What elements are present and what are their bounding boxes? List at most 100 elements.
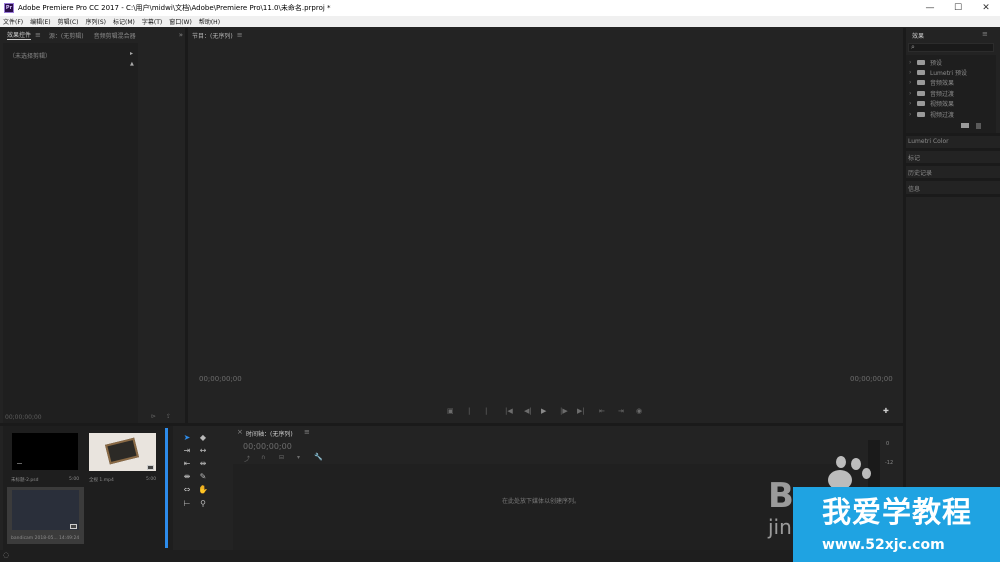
ripple-edit-tool-icon[interactable]: ⇤ — [182, 458, 192, 468]
export-frame-button[interactable]: ◉ — [636, 407, 642, 415]
extract-button[interactable]: ⇥ — [618, 407, 624, 415]
wrench-icon[interactable]: 🔧 — [314, 453, 323, 461]
lift-button[interactable]: ⇤ — [599, 407, 605, 415]
filter-icon[interactable]: ⊳ — [151, 413, 156, 420]
effects-panel-title[interactable]: 效果 — [912, 31, 924, 40]
program-menu-icon[interactable]: ≡ — [237, 31, 243, 39]
status-bar: ◌ — [0, 550, 903, 562]
section-divider — [906, 148, 1000, 151]
export-icon[interactable]: ⇪ — [166, 413, 171, 420]
clip-duration: 5:00 — [69, 477, 80, 482]
tab-effect-controls[interactable]: 效果控件 — [7, 30, 32, 40]
timeline-close-icon[interactable]: × — [237, 428, 243, 436]
menu-file[interactable]: 文件(F) — [3, 17, 23, 26]
effects-search-input[interactable]: ⌕ — [908, 43, 994, 52]
track-select-backward-icon[interactable]: ⊢ — [182, 498, 192, 508]
tab-program[interactable]: 节目：(无序列) — [192, 31, 233, 40]
rolling-edit-tool-icon[interactable]: ⇼ — [182, 471, 192, 481]
watermark-url: www.52xjc.com — [822, 537, 945, 553]
chevron-right-icon: › — [909, 90, 912, 97]
menu-marker[interactable]: 标记(M) — [113, 17, 135, 26]
razor-tool-icon[interactable]: ◆ — [198, 432, 208, 442]
add-marker-button[interactable]: ▣ — [447, 407, 454, 415]
tab-audio-clip-mixer[interactable]: 音频剪辑混合器 — [94, 31, 136, 40]
clip-thumbnail-bandicam[interactable] — [12, 490, 79, 530]
clip-duration: 5:00 — [146, 477, 157, 482]
mark-out-button[interactable]: | — [485, 407, 487, 415]
go-to-in-button[interactable]: |◀ — [505, 407, 513, 415]
mark-in-button[interactable]: | — [468, 407, 470, 415]
pen-tool-icon[interactable]: ✎ — [198, 471, 208, 481]
hand-tool-icon[interactable]: ✋ — [198, 484, 208, 494]
effect-controls-list: （未选择剪辑） ▸ ▲ — [3, 43, 138, 423]
slide-tool-icon[interactable]: ⇹ — [198, 458, 208, 468]
rate-stretch-tool-icon[interactable]: ⇔ — [182, 484, 192, 494]
window-titlebar: Pr Adobe Premiere Pro CC 2017 - C:\用户\mi… — [0, 0, 1000, 16]
minimize-button[interactable]: — — [916, 0, 944, 16]
effects-folder-audio-transitions[interactable]: › 音频过渡 — [909, 89, 954, 98]
clip-thumbnail-mp4[interactable] — [89, 433, 156, 471]
menu-clip[interactable]: 剪辑(C) — [58, 17, 79, 26]
clip-name: 全视 1.mp4 — [89, 478, 114, 483]
timeline-track-area[interactable] — [233, 464, 860, 550]
tab-timeline[interactable]: 时间轴：(无序列) — [246, 429, 293, 438]
snap-icon[interactable]: ⤴ — [244, 454, 250, 463]
timeline-menu-icon[interactable]: ≡ — [304, 428, 310, 436]
tab-source[interactable]: 源：(无剪辑) — [49, 31, 84, 40]
add-marker-icon[interactable]: ⊟ — [279, 454, 284, 461]
folder-icon — [917, 80, 925, 85]
project-scrollbar[interactable] — [165, 428, 168, 548]
menu-sequence[interactable]: 序列(S) — [86, 17, 107, 26]
watermark-main-text: 我爱学教程 — [822, 495, 973, 529]
zoom-tool-icon[interactable]: ⚲ — [198, 498, 208, 508]
menu-window[interactable]: 窗口(W) — [169, 17, 192, 26]
selection-tool-icon[interactable]: ➤ — [182, 432, 192, 442]
program-timecode-right: 00;00;00;00 — [850, 375, 893, 383]
history-panel-tab[interactable]: 历史记录 — [908, 168, 992, 177]
marker-icon[interactable]: ▾ — [297, 454, 300, 461]
effects-folder-presets[interactable]: › 预设 — [909, 58, 942, 67]
menu-edit[interactable]: 编辑(E) — [30, 17, 50, 26]
section-divider — [906, 178, 1000, 181]
menu-help[interactable]: 帮助(H) — [199, 17, 220, 26]
timeline-timecode[interactable]: 00;00;00;00 — [243, 442, 292, 451]
scroll-up-icon[interactable]: ▲ — [130, 61, 134, 67]
effects-menu-icon[interactable]: ≡ — [982, 30, 988, 38]
chevron-right-icon: › — [909, 100, 912, 107]
search-icon: ⌕ — [911, 43, 915, 51]
info-panel-tab[interactable]: 信息 — [908, 184, 992, 193]
button-editor-button[interactable]: ✚ — [883, 407, 889, 415]
effects-folder-video-effects[interactable]: › 视频效果 — [909, 99, 954, 108]
watermark-jin-text: jin — [768, 515, 792, 539]
new-bin-icon[interactable] — [961, 123, 969, 128]
program-monitor-panel: 节目：(无序列) ≡ 00;00;00;00 00;00;00;00 ▣ | |… — [188, 28, 903, 423]
slip-tool-icon[interactable]: ↔ — [198, 445, 208, 455]
go-to-out-button[interactable]: ▶| — [577, 407, 585, 415]
tools-panel: ➤ ◆ ⇥ ↔ ⇤ ⇹ ⇼ ✎ ⇔ ✋ ⊢ ⚲ — [176, 426, 230, 550]
clip-thumbnail-psd[interactable] — [12, 433, 78, 470]
delete-icon[interactable] — [976, 123, 981, 129]
premiere-app-icon: Pr — [4, 3, 14, 13]
effects-folder-video-transitions[interactable]: › 视频过渡 — [909, 110, 954, 119]
clip-name: 未标题-2.psd — [11, 478, 39, 483]
markers-panel-tab[interactable]: 标记 — [908, 153, 992, 162]
step-forward-button[interactable]: |▶ — [560, 407, 568, 415]
track-select-tool-icon[interactable]: ⇥ — [182, 445, 192, 455]
effects-folder-lumetri[interactable]: › Lumetri 预设 — [909, 68, 967, 77]
section-divider — [906, 163, 1000, 166]
play-button[interactable]: ▶ — [541, 407, 546, 415]
panel-menu-icon[interactable]: ≡ — [35, 31, 41, 39]
clip-type-icon — [147, 465, 154, 470]
chevron-right-icon: › — [909, 59, 912, 66]
step-back-button[interactable]: ◀| — [524, 407, 532, 415]
chevron-right-icon: › — [909, 79, 912, 86]
expand-arrow-icon[interactable]: ▸ — [130, 50, 133, 57]
close-window-button[interactable]: ✕ — [972, 0, 1000, 16]
maximize-button[interactable]: ☐ — [944, 0, 972, 16]
panel-overflow-icon[interactable]: » — [179, 31, 183, 39]
clip-thumbnail-mark — [17, 463, 22, 464]
effects-folder-audio-effects[interactable]: › 音频效果 — [909, 78, 954, 87]
lumetri-color-panel-tab[interactable]: Lumetri Color — [908, 138, 992, 145]
menu-title[interactable]: 字幕(T) — [142, 17, 162, 26]
linked-selection-icon[interactable]: ∩ — [261, 454, 265, 461]
